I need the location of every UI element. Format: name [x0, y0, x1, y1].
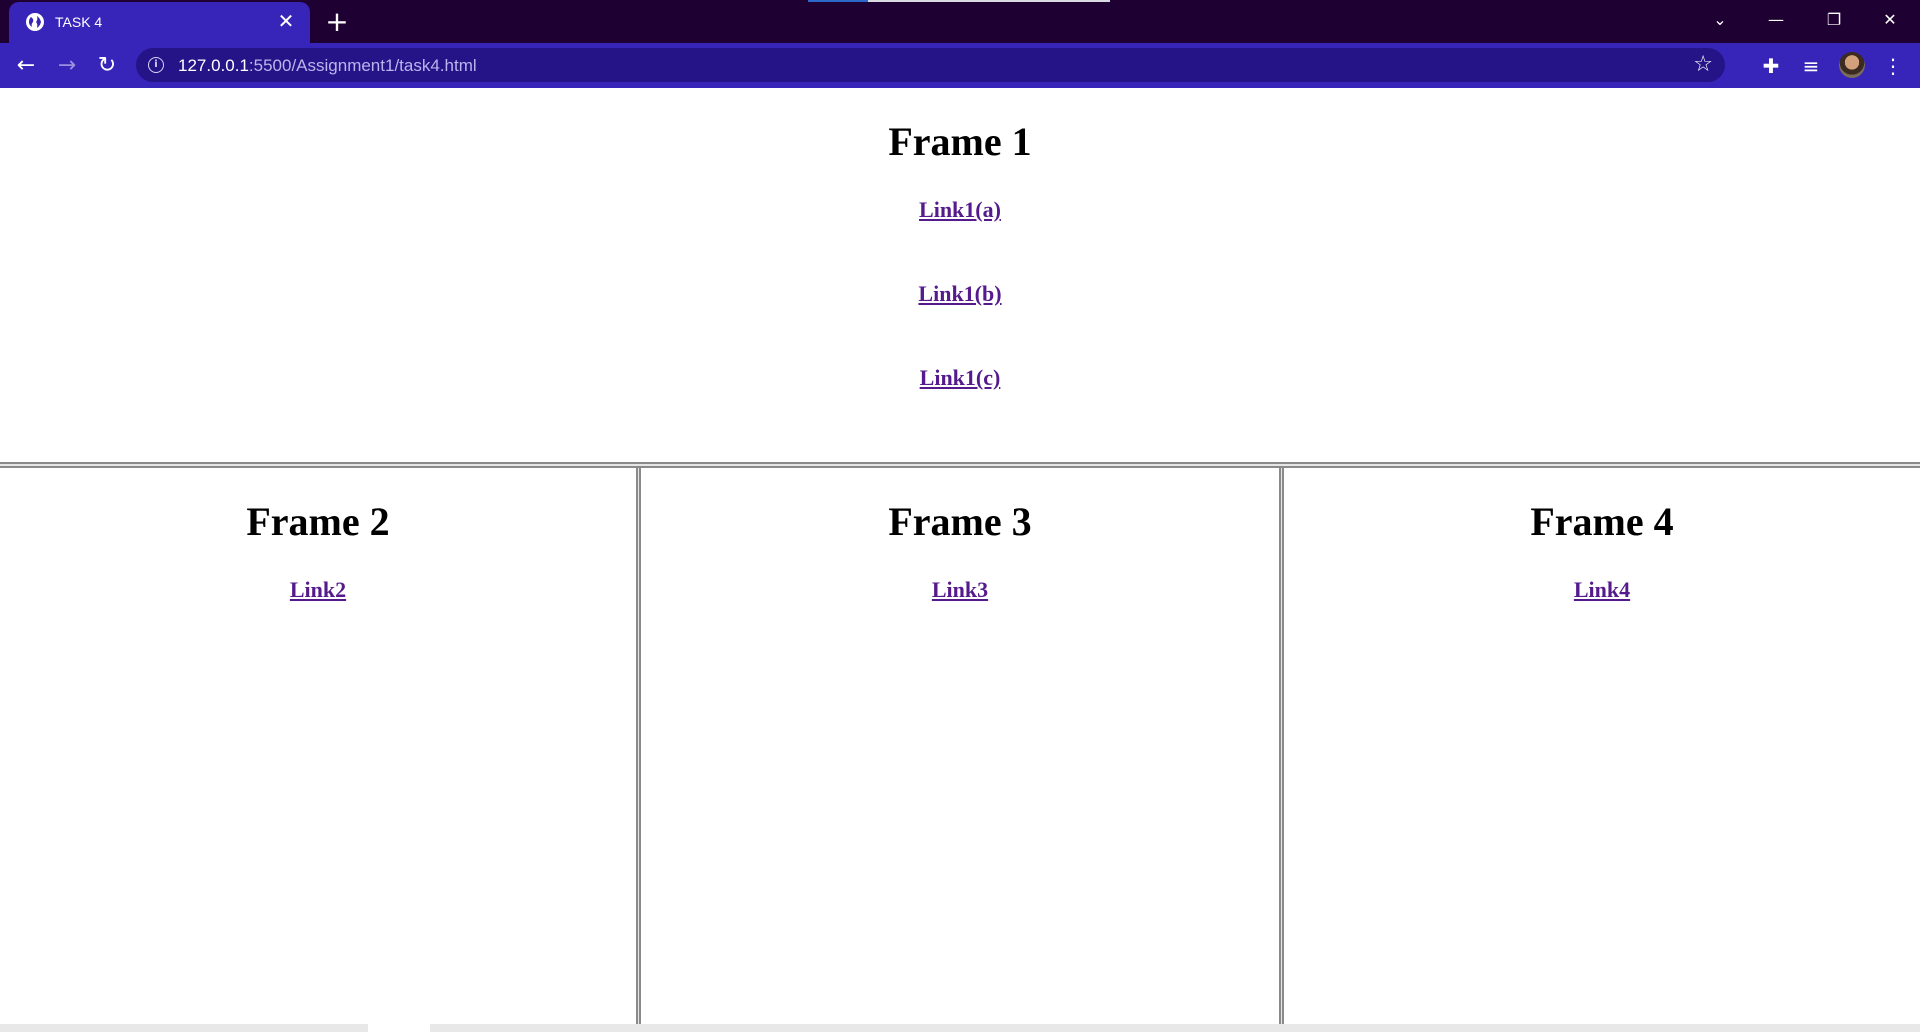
tab-title: TASK 4 [55, 14, 103, 30]
progress-indicator [808, 0, 1110, 2]
tab-close-icon[interactable]: ✕ [274, 10, 298, 34]
tab-task4[interactable]: TASK 4 ✕ [9, 2, 310, 43]
frame-1-heading: Frame 1 [888, 119, 1032, 164]
reload-icon[interactable]: ↻ [91, 50, 123, 82]
link-row-1b: Link1(b) [0, 281, 1920, 310]
frame-3: Frame 3 Link3 [641, 468, 1279, 1024]
frame-3-heading: Frame 3 [888, 499, 1032, 544]
link-row-1a: Link1(a) [0, 197, 1920, 226]
close-window-button[interactable]: ✕ [1862, 0, 1918, 40]
progress-indicator-accent [808, 0, 868, 2]
url-path: :5500/Assignment1/task4.html [248, 56, 477, 75]
link-1c[interactable]: Link1(c) [920, 365, 1001, 391]
link-1a[interactable]: Link1(a) [919, 197, 1001, 223]
browser-titlebar: TASK 4 ✕ + ⌄ — ❐ ✕ [0, 0, 1920, 43]
link-row-3: Link3 [641, 577, 1279, 606]
frame-2-heading: Frame 2 [246, 499, 390, 544]
horizontal-scrollbar[interactable] [0, 1024, 1920, 1032]
link-row-4: Link4 [1284, 577, 1920, 606]
link-1b[interactable]: Link1(b) [918, 281, 1001, 307]
frame-4-heading: Frame 4 [1530, 499, 1674, 544]
bookmark-star-icon[interactable]: ☆ [1693, 52, 1713, 78]
link-4[interactable]: Link4 [1574, 577, 1630, 603]
new-tab-button[interactable]: + [321, 6, 353, 38]
page-viewport: Frame 1 Link1(a) Link1(b) Link1(c) Frame… [0, 88, 1920, 1032]
frame-2: Frame 2 Link2 [0, 468, 636, 1024]
extensions-puzzle-icon[interactable]: ✚ [1755, 50, 1787, 82]
minimize-button[interactable]: — [1748, 0, 1804, 40]
tab-search-icon[interactable]: ⌄ [1692, 0, 1748, 40]
frame-1: Frame 1 Link1(a) Link1(b) Link1(c) [0, 88, 1920, 462]
link-3[interactable]: Link3 [932, 577, 988, 603]
frame-4: Frame 4 Link4 [1284, 468, 1920, 1024]
media-control-icon[interactable]: ≡ [1795, 50, 1827, 82]
browser-toolbar: ← → ↻ i 127.0.0.1:5500/Assignment1/task4… [0, 43, 1920, 88]
menu-kebab-icon[interactable]: ⋮ [1877, 50, 1909, 82]
forward-arrow-icon[interactable]: → [51, 50, 83, 82]
profile-avatar[interactable] [1839, 52, 1865, 78]
link-row-2: Link2 [0, 577, 636, 606]
link-2[interactable]: Link2 [290, 577, 346, 603]
address-bar[interactable]: i 127.0.0.1:5500/Assignment1/task4.html … [136, 48, 1725, 82]
site-info-icon[interactable]: i [148, 57, 164, 73]
globe-icon [26, 13, 44, 31]
scrollbar-thumb[interactable] [368, 1024, 430, 1032]
back-arrow-icon[interactable]: ← [10, 50, 42, 82]
restore-button[interactable]: ❐ [1806, 0, 1862, 40]
url-host: 127.0.0.1 [178, 56, 249, 75]
url-text[interactable]: 127.0.0.1:5500/Assignment1/task4.html [178, 56, 477, 76]
link-row-1c: Link1(c) [0, 365, 1920, 394]
